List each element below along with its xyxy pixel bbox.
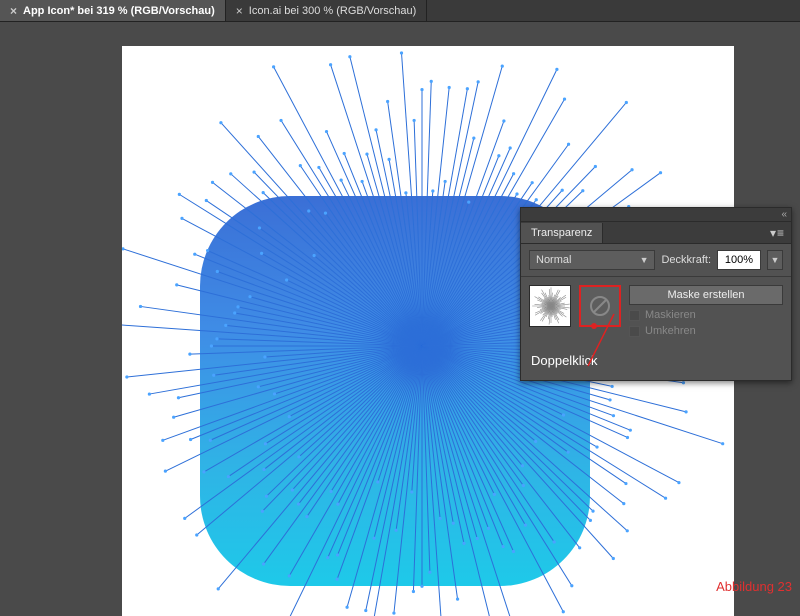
panel-menu-icon[interactable]: ▾≡ <box>770 226 785 240</box>
tab-label: App Icon* bei 319 % (RGB/Vorschau) <box>23 5 215 17</box>
close-icon[interactable]: × <box>236 4 243 18</box>
object-thumbnail[interactable] <box>529 285 571 327</box>
workspace: « Transparenz ▾≡ Normal ▼ Deckkraft: 100… <box>0 22 800 600</box>
tab-label: Icon.ai bei 300 % (RGB/Vorschau) <box>249 5 417 17</box>
panel-chrome: « <box>521 208 791 222</box>
figure-caption: Abbildung 23 <box>716 579 792 594</box>
make-mask-button[interactable]: Maske erstellen <box>629 285 783 305</box>
checkbox-icon <box>629 326 640 337</box>
document-tab-icon-ai[interactable]: × Icon.ai bei 300 % (RGB/Vorschau) <box>226 0 428 21</box>
collapse-icon[interactable]: « <box>781 209 787 220</box>
panel-hint: Doppelklick <box>521 345 791 380</box>
opacity-stepper[interactable]: ▼ <box>767 250 783 270</box>
blend-mode-dropdown[interactable]: Normal ▼ <box>529 250 655 270</box>
mask-thumbnail[interactable] <box>579 285 621 327</box>
checkbox-icon <box>629 310 640 321</box>
chevron-down-icon: ▼ <box>640 255 649 265</box>
invert-checkbox[interactable]: Umkehren <box>629 325 783 337</box>
opacity-input[interactable]: 100% <box>717 250 761 270</box>
document-tab-bar: × App Icon* bei 319 % (RGB/Vorschau) × I… <box>0 0 800 22</box>
close-icon[interactable]: × <box>10 4 17 18</box>
clip-checkbox[interactable]: Maskieren <box>629 309 783 321</box>
opacity-label: Deckkraft: <box>661 254 711 266</box>
blend-mode-value: Normal <box>536 254 571 266</box>
transparency-panel[interactable]: « Transparenz ▾≡ Normal ▼ Deckkraft: 100… <box>520 207 792 381</box>
panel-tab-transparency[interactable]: Transparenz <box>521 223 603 243</box>
annotation-dot <box>591 323 597 329</box>
no-mask-icon <box>588 294 612 318</box>
document-tab-app-icon[interactable]: × App Icon* bei 319 % (RGB/Vorschau) <box>0 0 226 21</box>
